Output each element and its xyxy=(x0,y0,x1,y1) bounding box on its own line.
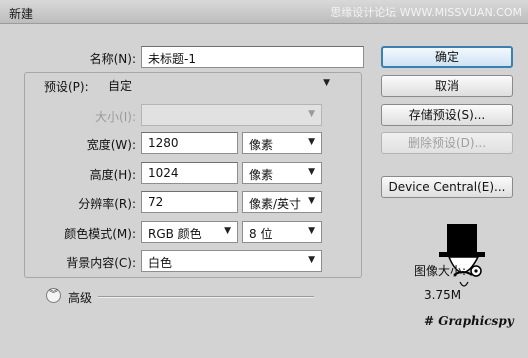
chevron-down-icon: ▼ xyxy=(308,255,315,265)
size-select: ▼ xyxy=(141,104,322,126)
resolution-unit-value: 像素/英寸 xyxy=(249,197,302,211)
bit-depth-select[interactable]: 8 位 ▼ xyxy=(242,221,322,243)
height-unit-select[interactable]: 像素 ▼ xyxy=(242,162,322,184)
advanced-label[interactable]: 高级 xyxy=(68,289,92,306)
width-label: 宽度(W): xyxy=(86,138,136,152)
device-central-button[interactable]: Device Central(E)... xyxy=(381,176,513,198)
background-label: 背景内容(C): xyxy=(66,256,136,270)
height-unit-value: 像素 xyxy=(249,168,274,182)
preset-value: 自定 xyxy=(108,79,133,93)
name-label: 名称(N): xyxy=(89,52,136,66)
bit-depth-value: 8 位 xyxy=(249,227,273,241)
resolution-label: 分辨率(R): xyxy=(78,197,136,211)
name-input[interactable]: 未标题-1 xyxy=(141,46,364,68)
image-size-value: 3.75M xyxy=(424,288,462,302)
chevron-down-icon: ▼ xyxy=(308,137,315,147)
advanced-divider xyxy=(98,296,314,298)
brand-logo-text: # Graphicspy xyxy=(424,314,514,328)
color-mode-select[interactable]: RGB 颜色 ▼ xyxy=(141,221,238,243)
ok-button[interactable]: 确定 xyxy=(381,46,513,68)
background-select[interactable]: 白色 ▼ xyxy=(141,250,322,272)
preset-label: 预设(P): xyxy=(44,80,89,94)
title-bar: 新建 思缘设计论坛 WWW.MISSVUAN.COM xyxy=(0,0,528,24)
height-label: 高度(H): xyxy=(89,168,136,182)
chevron-down-icon: ▼ xyxy=(308,196,315,206)
chevron-down-icon: ▼ xyxy=(308,167,315,177)
preset-select[interactable]: 自定 ▼ xyxy=(102,75,334,95)
resolution-unit-select[interactable]: 像素/英寸 ▼ xyxy=(242,191,322,213)
width-input[interactable]: 1280 xyxy=(141,132,238,154)
width-unit-select[interactable]: 像素 ▼ xyxy=(242,132,322,154)
height-input[interactable]: 1024 xyxy=(141,162,238,184)
background-value: 白色 xyxy=(148,256,173,270)
width-unit-value: 像素 xyxy=(249,138,274,152)
new-document-dialog: 名称(N): 未标题-1 预设(P): 自定 ▼ 大小(I): ▼ 宽度(W):… xyxy=(0,24,528,358)
image-size-label: 图像大小: xyxy=(414,264,467,278)
double-chevron-down-icon[interactable]: ︾ xyxy=(46,288,61,303)
chevron-down-icon: ▼ xyxy=(308,109,315,119)
save-preset-button[interactable]: 存储预设(S)... xyxy=(381,104,513,126)
watermark-text: 思缘设计论坛 WWW.MISSVUAN.COM xyxy=(330,6,522,19)
resolution-input[interactable]: 72 xyxy=(141,191,238,213)
color-mode-label: 颜色模式(M): xyxy=(64,227,136,241)
delete-preset-button: 删除预设(D)... xyxy=(381,132,513,154)
chevron-down-icon: ▼ xyxy=(224,226,231,236)
window-title: 新建 xyxy=(9,7,34,21)
chevron-down-icon: ▼ xyxy=(323,78,330,88)
cancel-button[interactable]: 取消 xyxy=(381,75,513,97)
color-mode-value: RGB 颜色 xyxy=(148,227,202,241)
size-label: 大小(I): xyxy=(95,110,136,124)
chevron-down-icon: ▼ xyxy=(308,226,315,236)
